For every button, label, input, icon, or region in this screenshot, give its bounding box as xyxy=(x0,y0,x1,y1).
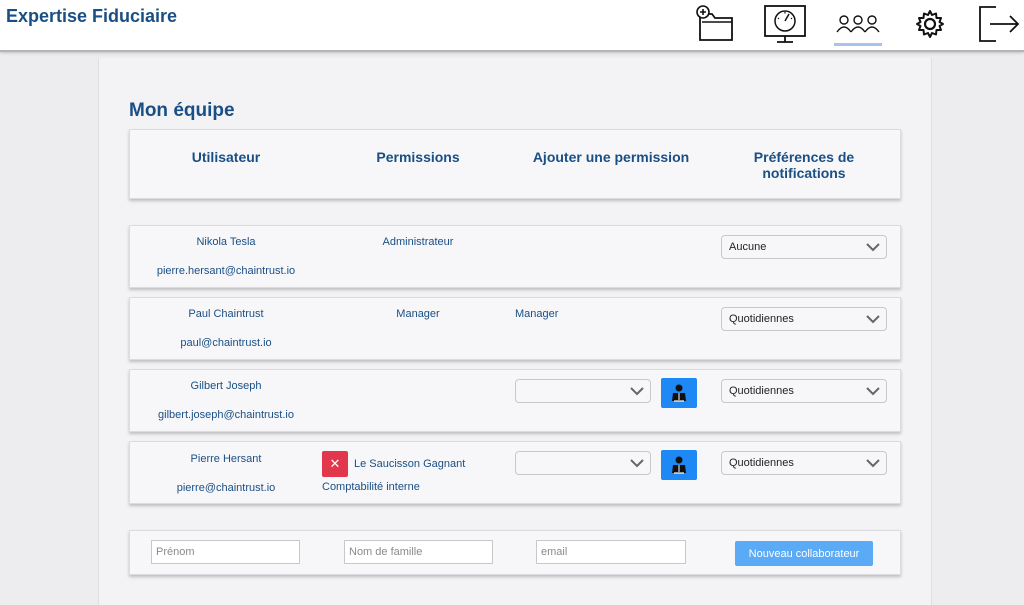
permission-label: Administrateur xyxy=(382,236,454,248)
user-name: Pierre Hersant xyxy=(190,453,262,465)
notification-value: Aucune xyxy=(729,241,767,253)
header-add-permission: Ajouter une permission xyxy=(532,149,690,165)
notification-select[interactable]: Quotidiennes xyxy=(721,307,887,331)
add-permission-select[interactable] xyxy=(515,451,651,475)
user-name: Gilbert Joseph xyxy=(190,380,262,392)
header-notifications-line1: Préférences de xyxy=(753,149,855,165)
chevron-down-icon xyxy=(630,459,644,468)
remove-permission-button[interactable]: ✕ xyxy=(322,451,348,477)
chevron-down-icon xyxy=(866,387,880,396)
dashboard-monitor-icon[interactable] xyxy=(763,2,807,46)
add-permission-select[interactable] xyxy=(515,379,651,403)
page-title: Mon équipe xyxy=(129,100,235,121)
user-email: gilbert.joseph@chaintrust.io xyxy=(158,409,294,421)
user-email: pierre.hersant@chaintrust.io xyxy=(156,265,296,277)
add-person-icon xyxy=(672,456,686,474)
user-email: paul@chaintrust.io xyxy=(180,337,272,349)
permission-company: Le Saucisson Gagnant xyxy=(354,458,466,470)
top-navbar: Expertise Fiduciaire xyxy=(0,0,1024,52)
notification-select[interactable]: Quotidiennes xyxy=(721,379,887,403)
chevron-down-icon xyxy=(630,387,644,396)
active-tab-indicator xyxy=(834,43,882,46)
user-name: Nikola Tesla xyxy=(196,236,256,248)
notification-value: Quotidiennes xyxy=(729,385,794,397)
chevron-down-icon xyxy=(866,243,880,252)
add-person-icon xyxy=(672,384,686,402)
notification-select[interactable]: Aucune xyxy=(721,235,887,259)
add-folder-icon[interactable] xyxy=(692,2,736,46)
firstname-input[interactable] xyxy=(151,540,300,564)
add-permission-button[interactable] xyxy=(661,378,697,408)
header-notifications-line2: notifications xyxy=(762,165,846,181)
permission-label: Manager xyxy=(396,308,440,320)
logout-icon[interactable] xyxy=(976,2,1020,46)
add-permission-button[interactable] xyxy=(661,450,697,480)
email-input[interactable] xyxy=(536,540,686,564)
new-member-button[interactable]: Nouveau collaborateur xyxy=(735,541,873,566)
notification-value: Quotidiennes xyxy=(729,313,794,325)
team-icon[interactable] xyxy=(836,2,880,46)
close-icon: ✕ xyxy=(329,456,341,471)
user-name: Paul Chaintrust xyxy=(188,308,264,320)
header-notifications: Préférences de notifications xyxy=(754,149,854,181)
header-user: Utilisateur xyxy=(191,149,261,165)
header-permissions: Permissions xyxy=(376,149,460,165)
chevron-down-icon xyxy=(866,315,880,324)
gear-icon[interactable] xyxy=(908,2,952,46)
permission-role: Comptabilité interne xyxy=(322,481,420,493)
lastname-input[interactable] xyxy=(344,540,493,564)
add-permission-text: Manager xyxy=(515,308,559,320)
chevron-down-icon xyxy=(866,459,880,468)
notification-value: Quotidiennes xyxy=(729,457,794,469)
notification-select[interactable]: Quotidiennes xyxy=(721,451,887,475)
user-email: pierre@chaintrust.io xyxy=(176,482,276,494)
app-title: Expertise Fiduciaire xyxy=(6,6,178,26)
